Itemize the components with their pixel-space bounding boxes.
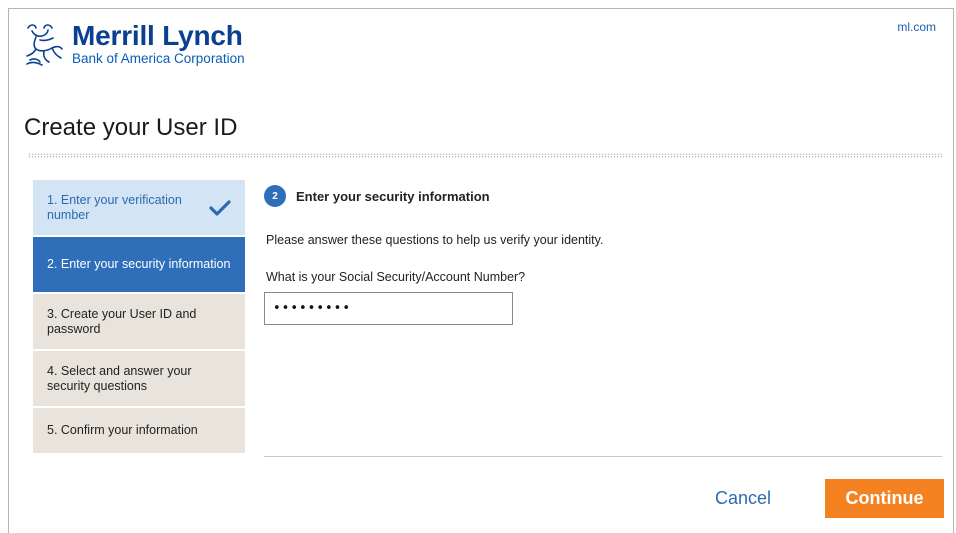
footer-divider <box>264 456 942 457</box>
cancel-link[interactable]: Cancel <box>715 488 771 509</box>
security-form: 2 Enter your security information Please… <box>264 185 944 325</box>
step-label: 5. Confirm your information <box>47 423 198 437</box>
step-label: 1. Enter your verification number <box>47 192 182 222</box>
step-create-user-id: 3. Create your User ID and password <box>33 294 245 349</box>
bull-logo-icon <box>26 24 63 66</box>
progress-steps: 1. Enter your verification number 2. Ent… <box>33 180 245 455</box>
instructions-text: Please answer these questions to help us… <box>266 233 604 247</box>
step-verification-number[interactable]: 1. Enter your verification number <box>33 180 245 235</box>
step-number-badge: 2 <box>264 185 286 207</box>
ml-com-link[interactable]: ml.com <box>897 20 936 34</box>
step-security-information[interactable]: 2. Enter your security information <box>33 237 245 292</box>
section-title: Enter your security information <box>296 188 490 204</box>
step-label: 4. Select and answer your security quest… <box>47 363 192 393</box>
ssn-question-label: What is your Social Security/Account Num… <box>266 270 526 284</box>
continue-button[interactable]: Continue <box>825 479 944 518</box>
step-label: 2. Enter your security information <box>47 257 231 271</box>
ssn-account-number-field[interactable] <box>264 292 513 325</box>
page-title: Create your User ID <box>24 114 238 141</box>
step-confirm-information: 5. Confirm your information <box>33 408 245 453</box>
logo-text: Merrill Lynch Bank of America Corporatio… <box>72 22 245 67</box>
brand-name: Merrill Lynch <box>72 20 243 51</box>
merrill-lynch-logo[interactable]: Merrill Lynch Bank of America Corporatio… <box>24 22 245 67</box>
section-header: 2 Enter your security information <box>264 185 944 207</box>
step-security-questions: 4. Select and answer your security quest… <box>33 351 245 406</box>
checkmark-icon <box>209 199 231 216</box>
brand-subtitle: Bank of America Corporation <box>72 51 245 66</box>
dotted-divider <box>28 153 942 158</box>
step-label: 3. Create your User ID and password <box>47 306 197 336</box>
